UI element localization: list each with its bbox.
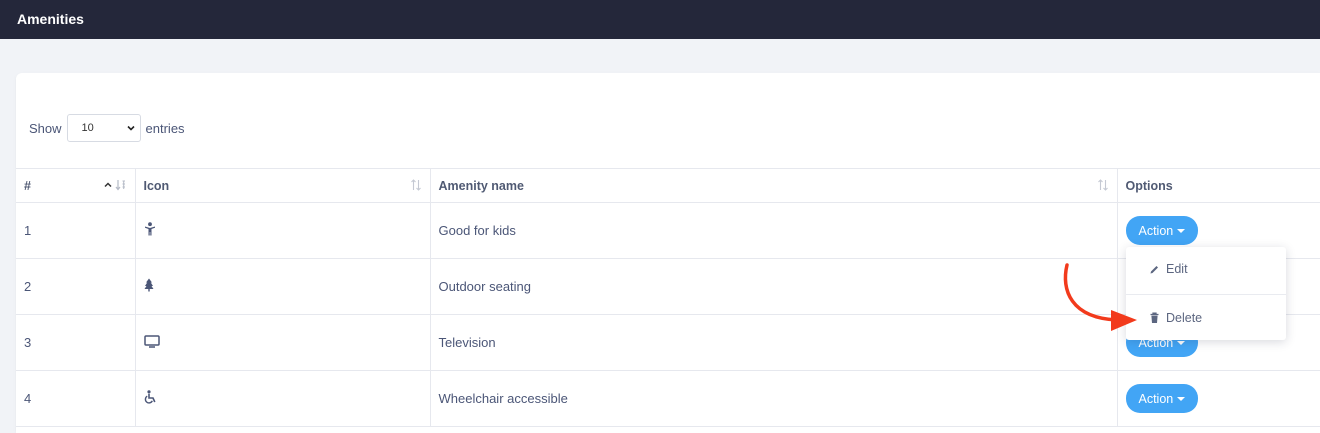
column-header-amenity-name[interactable]: Amenity name (429, 168, 1118, 203)
sort-ascending-icon (103, 182, 112, 188)
column-header-number[interactable]: # (16, 168, 136, 203)
sort-icon (410, 179, 421, 191)
chevron-down-icon (126, 125, 135, 131)
child-icon (144, 222, 155, 236)
edit-menu-item[interactable]: Edit (1126, 249, 1286, 289)
page-length-value: 10 (81, 122, 94, 134)
row-number: 2 (16, 258, 136, 315)
page-length-select[interactable]: 10 (66, 114, 141, 142)
menu-divider (1126, 294, 1286, 295)
table-header-row: # Icon Amenity name Options (16, 168, 1320, 203)
sort-icon (1097, 179, 1108, 191)
row-number: 3 (16, 314, 136, 371)
trash-icon (1149, 312, 1160, 324)
show-label: Show (29, 120, 62, 136)
column-header-icon[interactable]: Icon (134, 168, 431, 203)
amenity-icon-cell (134, 370, 431, 427)
options-cell: Action (1116, 370, 1320, 427)
edit-label: Edit (1166, 262, 1188, 276)
column-header-options: Options (1116, 168, 1320, 203)
sort-numeric-icon (115, 180, 125, 191)
tv-icon (143, 334, 160, 348)
entries-label: entries (145, 120, 185, 136)
caret-down-icon (1177, 341, 1186, 345)
amenity-icon-cell (134, 314, 431, 371)
row-number: 1 (16, 202, 136, 259)
delete-label: Delete (1166, 311, 1203, 325)
amenity-icon-cell (134, 258, 431, 315)
pencil-icon (1149, 264, 1160, 275)
amenity-icon-cell (134, 202, 431, 259)
table-row: 1 Good for kids Action (16, 202, 1320, 259)
caret-down-icon (1177, 229, 1186, 233)
top-bar: Amenities (0, 0, 1320, 39)
action-dropdown-menu: Edit Delete (1126, 247, 1286, 340)
amenity-name: Television (429, 314, 1118, 371)
action-button[interactable]: Action (1125, 216, 1199, 245)
amenity-name: Wheelchair accessible (429, 370, 1118, 427)
wheelchair-icon (144, 390, 156, 404)
page-title: Amenities (17, 11, 84, 27)
action-button[interactable]: Action (1125, 384, 1199, 413)
annotation-arrow-icon (1063, 263, 1137, 331)
delete-menu-item[interactable]: Delete (1126, 298, 1286, 338)
amenity-name: Good for kids (429, 202, 1118, 259)
tree-icon (144, 278, 153, 292)
table-row: 4 Wheelchair accessible Action (16, 370, 1320, 427)
caret-down-icon (1177, 397, 1186, 401)
row-number: 4 (16, 370, 136, 427)
amenity-name: Outdoor seating (429, 258, 1118, 315)
entries-length-control: Show 10 entries (29, 114, 185, 142)
amenities-card: Show 10 entries # Icon Amenity name Opti… (16, 73, 1320, 433)
